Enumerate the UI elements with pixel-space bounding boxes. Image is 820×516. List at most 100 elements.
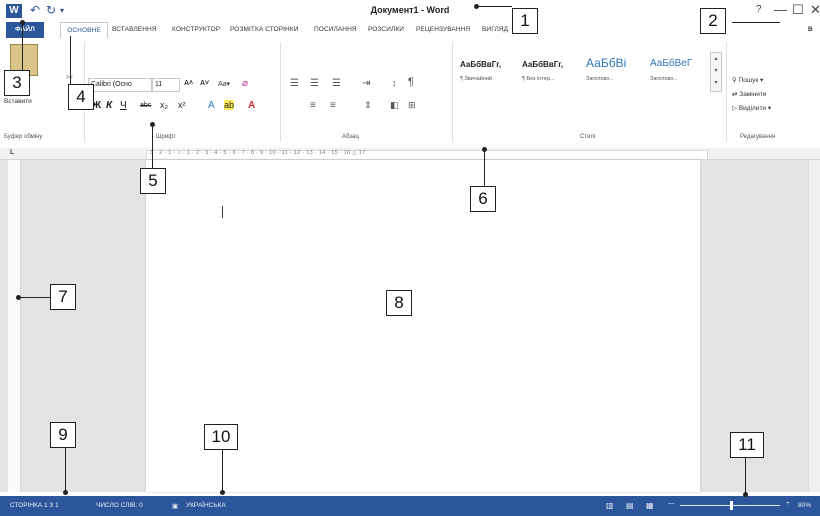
align-right-icon[interactable]: ≡ — [330, 100, 336, 111]
ruler-ticks: 3 · 2 · 1 · ⌂ · 1 · 2 · 3 · 4 · 5 · 6 · … — [150, 150, 366, 156]
italic-button[interactable]: К — [106, 100, 112, 111]
font-color-icon[interactable]: A — [248, 100, 255, 111]
tab-view[interactable]: ВИГЛЯД — [482, 22, 508, 38]
select-button[interactable]: ▷ Виділити ▾ — [732, 104, 771, 112]
zoom-in-button[interactable]: + — [786, 500, 790, 507]
find-button[interactable]: ⚲ Пошук ▾ — [732, 76, 763, 84]
read-mode-icon[interactable]: ▥ — [606, 501, 614, 510]
proofing-icon[interactable]: ▣ — [172, 502, 178, 510]
callout-5-dot — [150, 122, 155, 127]
indent-icon[interactable]: ⇥ — [362, 78, 370, 89]
callout-11-dot — [743, 492, 748, 497]
callout-6-line — [484, 150, 485, 186]
clear-format-icon[interactable]: ⌀ — [242, 78, 248, 89]
style-heading-2[interactable]: АаБбВеГ Заголово... — [650, 52, 706, 88]
style-name: Заголово... — [650, 76, 679, 82]
callout-2-line — [732, 22, 780, 23]
select-label: Виділити ▾ — [738, 105, 772, 112]
callout-10-line — [222, 450, 223, 494]
shading-icon[interactable]: ◧ — [390, 100, 399, 111]
help-icon[interactable]: ? — [756, 4, 762, 15]
restore-icon[interactable]: ☐ — [792, 2, 804, 18]
underline-button[interactable]: Ч — [120, 100, 127, 111]
callout-7: 7 — [50, 284, 76, 310]
tab-mailings[interactable]: РОЗСИЛКИ — [368, 22, 404, 38]
borders-icon[interactable]: ⊞ — [408, 100, 416, 111]
minimize-icon[interactable]: — — [774, 2, 787, 17]
vertical-scrollbar[interactable] — [808, 160, 820, 492]
sort-icon[interactable]: ↕ — [392, 78, 397, 88]
find-label: Пошук ▾ — [738, 77, 764, 84]
ribbon: Вставити ✂ Буфер обміну Calibri (Осно 11… — [0, 38, 820, 148]
callout-7-dot — [16, 295, 21, 300]
binoculars-icon: ⚲ — [732, 77, 737, 84]
style-name: Заголово... — [586, 76, 615, 82]
highlight-icon[interactable]: ab — [224, 100, 235, 110]
paste-button[interactable]: Вставити — [4, 98, 32, 105]
callout-7-line — [18, 297, 50, 298]
zoom-out-button[interactable]: — — [668, 500, 675, 507]
tab-insert[interactable]: ВСТАВЛЕННЯ — [112, 22, 157, 38]
style-sample: АаБбВвГг, — [460, 60, 502, 69]
numbering-icon[interactable]: ☰ — [310, 78, 319, 89]
print-layout-icon[interactable]: ▤ — [626, 501, 634, 510]
callout-2: 2 — [700, 8, 726, 34]
word-count[interactable]: ЧИСЛО СЛІВ: 0 — [96, 502, 143, 509]
line-spacing-icon[interactable]: ⇕ — [364, 100, 372, 111]
editing-group-label: Редагування — [740, 134, 776, 140]
callout-4-line — [70, 36, 71, 84]
tab-review[interactable]: РЕЦЕНЗУВАННЯ — [416, 22, 470, 38]
subscript-button[interactable]: x₂ — [160, 100, 168, 110]
callout-6: 6 — [470, 186, 496, 212]
text-cursor — [222, 206, 223, 218]
style-sample: АаБбВі — [586, 56, 627, 70]
select-icon: ▷ — [732, 105, 737, 112]
show-marks-icon[interactable]: ¶ — [408, 76, 414, 88]
zoom-level[interactable]: 80% — [798, 502, 811, 509]
tab-layout[interactable]: РОЗМІТКА СТОРІНКИ — [230, 22, 299, 38]
callout-5-line — [152, 124, 153, 168]
styles-group-label: Стилі — [580, 134, 596, 140]
callout-9: 9 — [50, 422, 76, 448]
style-name: ¶ Без інтер... — [522, 76, 555, 82]
close-icon[interactable]: ✕ — [810, 2, 820, 18]
callout-9-dot — [63, 490, 68, 495]
font-name-combo[interactable]: Calibri (Осно — [88, 78, 152, 92]
superscript-button[interactable]: x² — [178, 100, 186, 110]
clipboard-group-label: Буфер обміну — [4, 134, 43, 140]
page-count[interactable]: СТОРІНКА 1 З 1 — [10, 502, 59, 509]
replace-button[interactable]: ⇄ Замінити — [732, 90, 767, 98]
shrink-font-button[interactable]: A˅ — [200, 80, 209, 87]
tab-selector[interactable]: L — [10, 149, 14, 156]
callout-3: 3 — [4, 70, 30, 96]
group-divider — [726, 42, 727, 142]
strikethrough-button[interactable]: abc — [140, 102, 151, 109]
tab-file[interactable]: ФАЙЛ — [6, 22, 44, 38]
multilevel-list-icon[interactable]: ☰ — [332, 78, 341, 89]
zoom-slider-thumb[interactable] — [730, 501, 733, 510]
paragraph-group-label: Абзац — [342, 134, 359, 140]
callout-10: 10 — [204, 424, 238, 450]
callout-3-line — [22, 22, 23, 70]
account-button[interactable]: В — [808, 22, 813, 38]
tab-design[interactable]: КОНСТРУКТОР — [172, 22, 220, 38]
style-normal[interactable]: АаБбВвГг, ¶ Звичайний — [460, 52, 518, 88]
language-indicator[interactable]: УКРАЇНСЬКА — [186, 502, 226, 509]
grow-font-button[interactable]: A˄ — [184, 80, 193, 87]
title-bar: W ↶ ↻ ▾ Документ1 - Word ? — ☐ ✕ — [0, 0, 820, 22]
align-center-icon[interactable]: ≡ — [310, 100, 316, 111]
text-effects-icon[interactable]: A — [208, 100, 215, 111]
vertical-ruler[interactable] — [8, 160, 21, 492]
styles-gallery-scroll[interactable]: ▴ ▾ ▾ — [710, 52, 722, 92]
tab-references[interactable]: ПОСИЛАННЯ — [314, 22, 357, 38]
web-layout-icon[interactable]: ▦ — [646, 501, 654, 510]
replace-icon: ⇄ — [732, 91, 738, 98]
ribbon-tabs: ФАЙЛ ОСНОВНЕ ВСТАВЛЕННЯ КОНСТРУКТОР РОЗМ… — [0, 22, 820, 40]
style-no-spacing[interactable]: АаБбВвГг, ¶ Без інтер... — [522, 52, 580, 88]
bullets-icon[interactable]: ☰ — [290, 78, 299, 89]
replace-label: Замінити — [739, 91, 767, 98]
change-case-button[interactable]: Aa▾ — [218, 80, 230, 88]
font-size-combo[interactable]: 11 — [152, 78, 180, 92]
callout-11-line — [745, 458, 746, 496]
style-heading-1[interactable]: АаБбВі Заголово... — [586, 52, 644, 88]
